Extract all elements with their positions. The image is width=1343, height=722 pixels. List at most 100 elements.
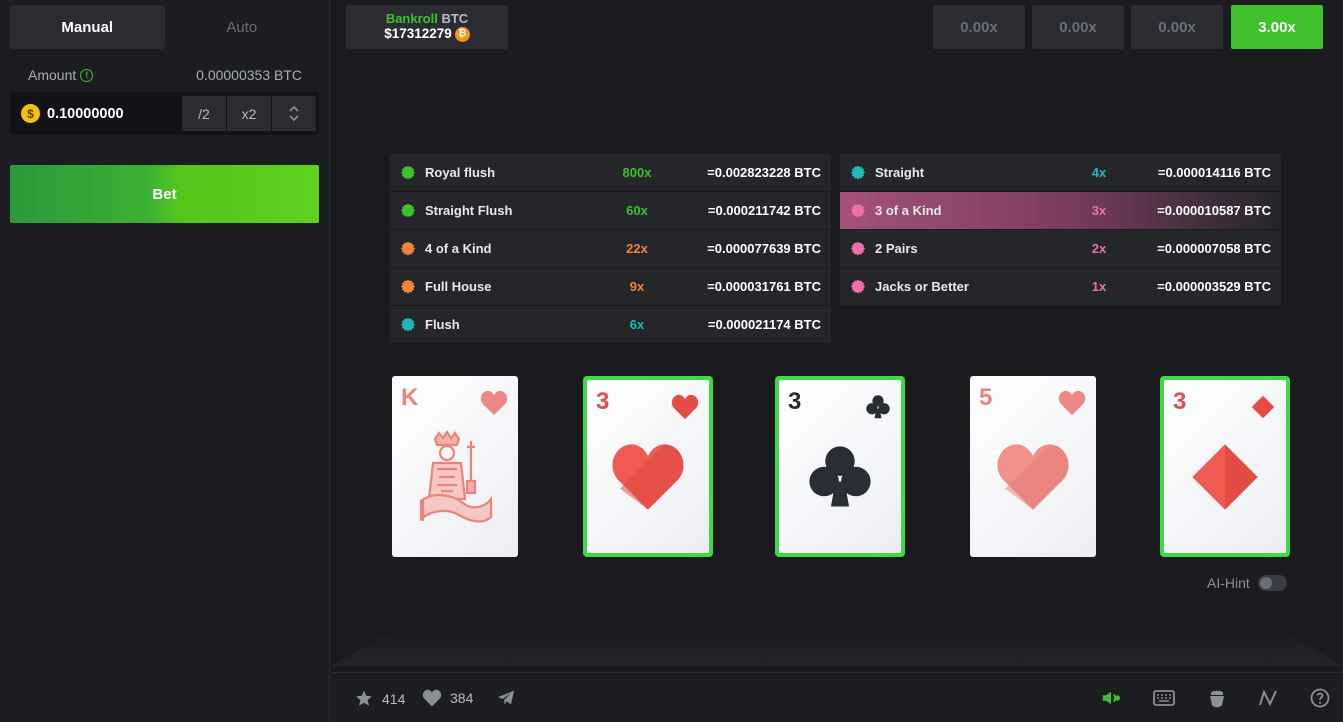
- toggle-knob: [1259, 577, 1272, 589]
- share-button[interactable]: [495, 687, 517, 709]
- help-button[interactable]: [1309, 687, 1331, 709]
- stats-button[interactable]: [1257, 687, 1279, 709]
- hand-name: Straight Flush: [425, 203, 513, 218]
- paytable-row: 4 of a Kind 22x =0.000077639 BTC: [390, 230, 831, 267]
- telegram-icon: [497, 690, 515, 705]
- hand-tier-orange-dot-icon: [401, 279, 415, 294]
- hand-tier-green-dot-icon: [401, 203, 415, 218]
- bet-button[interactable]: Bet: [10, 165, 319, 223]
- hand-multiplier: 6x: [629, 317, 645, 332]
- ai-hint-toggle[interactable]: [1257, 575, 1287, 591]
- hand-multiplier: 800x: [622, 165, 652, 180]
- heart-icon: [480, 390, 508, 416]
- hand-name: Flush: [425, 317, 460, 332]
- heart-icon: [422, 689, 442, 707]
- favorite-count: 414: [382, 690, 406, 707]
- chevron-down-icon[interactable]: [289, 115, 299, 122]
- coin-icon: $: [21, 104, 40, 123]
- hand-multiplier: 2x: [1091, 241, 1107, 256]
- paytable-row: 2 Pairs 2x =0.000007058 BTC: [840, 230, 1281, 267]
- footer-bar: 414 384: [331, 672, 1343, 722]
- paytable-right: Straight 4x =0.000014116 BTC 3 of a Kind 3x =…: [840, 154, 1281, 306]
- hand-payout: =0.000014116 BTC: [1157, 165, 1271, 180]
- hand-tier-teal-dot-icon: [401, 317, 415, 332]
- card-1[interactable]: K: [392, 376, 518, 557]
- hand-payout: =0.000021174 BTC: [707, 317, 821, 332]
- card-rank: 3: [788, 388, 802, 415]
- hand-multiplier: 9x: [629, 279, 645, 294]
- double-button[interactable]: x2: [227, 96, 271, 131]
- multiplier-history-item: 0.00x: [1131, 5, 1223, 49]
- multiplier-history-item: 0.00x: [1032, 5, 1124, 49]
- half-button[interactable]: /2: [182, 96, 226, 131]
- sound-button[interactable]: [1100, 687, 1122, 709]
- mode-tabs: Manual Auto: [10, 5, 319, 49]
- card-3[interactable]: 3: [775, 376, 905, 557]
- paytable-row: Full House 9x =0.000031761 BTC: [390, 268, 831, 305]
- tab-manual[interactable]: Manual: [10, 5, 165, 49]
- club-icon: [866, 395, 890, 419]
- amount-input[interactable]: 0.10000000: [47, 106, 182, 122]
- bankroll-label: Bankroll: [385, 11, 438, 26]
- amount-label-group: Amount !: [28, 67, 94, 83]
- hand-name: Jacks or Better: [875, 279, 969, 294]
- diamond-icon: [1192, 444, 1258, 510]
- like-button[interactable]: 384: [422, 689, 473, 707]
- fairness-button[interactable]: [1206, 687, 1228, 709]
- bankroll-value-row: $17312279 ₿: [346, 26, 508, 42]
- hand-name: Full House: [425, 279, 492, 294]
- favorite-button[interactable]: 414: [354, 689, 405, 708]
- hand-tier-teal-dot-icon: [851, 165, 865, 180]
- amount-header: Amount ! 0.00000353 BTC: [28, 66, 302, 84]
- hand-payout: =0.000031761 BTC: [707, 279, 821, 294]
- amount-label: Amount: [28, 67, 77, 83]
- card-2[interactable]: 3: [583, 376, 713, 557]
- chevron-up-icon[interactable]: [289, 105, 299, 112]
- diamond-icon: [1251, 395, 1275, 419]
- control-panel: Manual Auto Amount ! 0.00000353 BTC $ 0.…: [0, 0, 330, 722]
- card-4[interactable]: 5: [970, 376, 1096, 557]
- keyboard-icon: [1153, 690, 1175, 706]
- bankroll-currency: BTC: [441, 11, 469, 26]
- king-figure-icon: [419, 430, 493, 523]
- card-rank: K: [401, 384, 419, 411]
- bankroll-value: $17312279: [384, 26, 452, 41]
- hand-multiplier: 3x: [1091, 203, 1107, 218]
- ai-hint-label: AI-Hint: [1207, 575, 1250, 591]
- hand-name: Straight: [875, 165, 925, 180]
- fairness-icon: [1210, 690, 1224, 708]
- star-icon: [356, 690, 372, 706]
- heart-icon: [997, 444, 1069, 511]
- hand-multiplier: 4x: [1091, 165, 1107, 180]
- hand-payout: =0.000077639 BTC: [707, 241, 821, 256]
- ai-hint-control: AI-Hint: [1207, 575, 1287, 591]
- stats-icon: [1259, 689, 1277, 707]
- info-icon[interactable]: !: [80, 68, 94, 82]
- bankroll-title: Bankroll BTC: [346, 12, 508, 26]
- hand-multiplier: 60x: [626, 203, 648, 218]
- hand-tier-pink-dot-icon: [851, 203, 865, 218]
- paytable-row: Straight Flush 60x =0.000211742 BTC: [390, 192, 831, 229]
- card-rank: 5: [979, 384, 993, 411]
- multiplier-history-item-latest: 3.00x: [1231, 5, 1323, 49]
- amount-stepper[interactable]: [272, 96, 316, 131]
- paytable-row: Flush 6x =0.000021174 BTC: [390, 306, 831, 343]
- paytable-row: Jacks or Better 1x =0.000003529 BTC: [840, 268, 1281, 305]
- club-icon: [809, 446, 871, 507]
- amount-input-group: $ 0.10000000 /2 x2: [10, 92, 319, 135]
- tab-auto[interactable]: Auto: [165, 5, 320, 49]
- sound-icon: [1102, 691, 1121, 705]
- card-rank: 3: [1173, 388, 1187, 415]
- paytable-left: Royal flush 800x =0.002823228 BTC Straight …: [390, 154, 831, 344]
- hand-payout: =0.000007058 BTC: [1157, 241, 1271, 256]
- hotkeys-button[interactable]: [1153, 687, 1175, 709]
- hand-name: 3 of a Kind: [875, 203, 942, 218]
- hand-payout: =0.002823228 BTC: [707, 165, 821, 180]
- card-5[interactable]: 3: [1160, 376, 1290, 557]
- hand-name: Royal flush: [425, 165, 496, 180]
- paytable-row: Straight 4x =0.000014116 BTC: [840, 154, 1281, 191]
- heart-icon: [612, 444, 684, 510]
- hand-name: 4 of a Kind: [425, 241, 492, 256]
- table-floor: [331, 620, 1343, 666]
- hand-tier-pink-dot-icon: [851, 241, 865, 256]
